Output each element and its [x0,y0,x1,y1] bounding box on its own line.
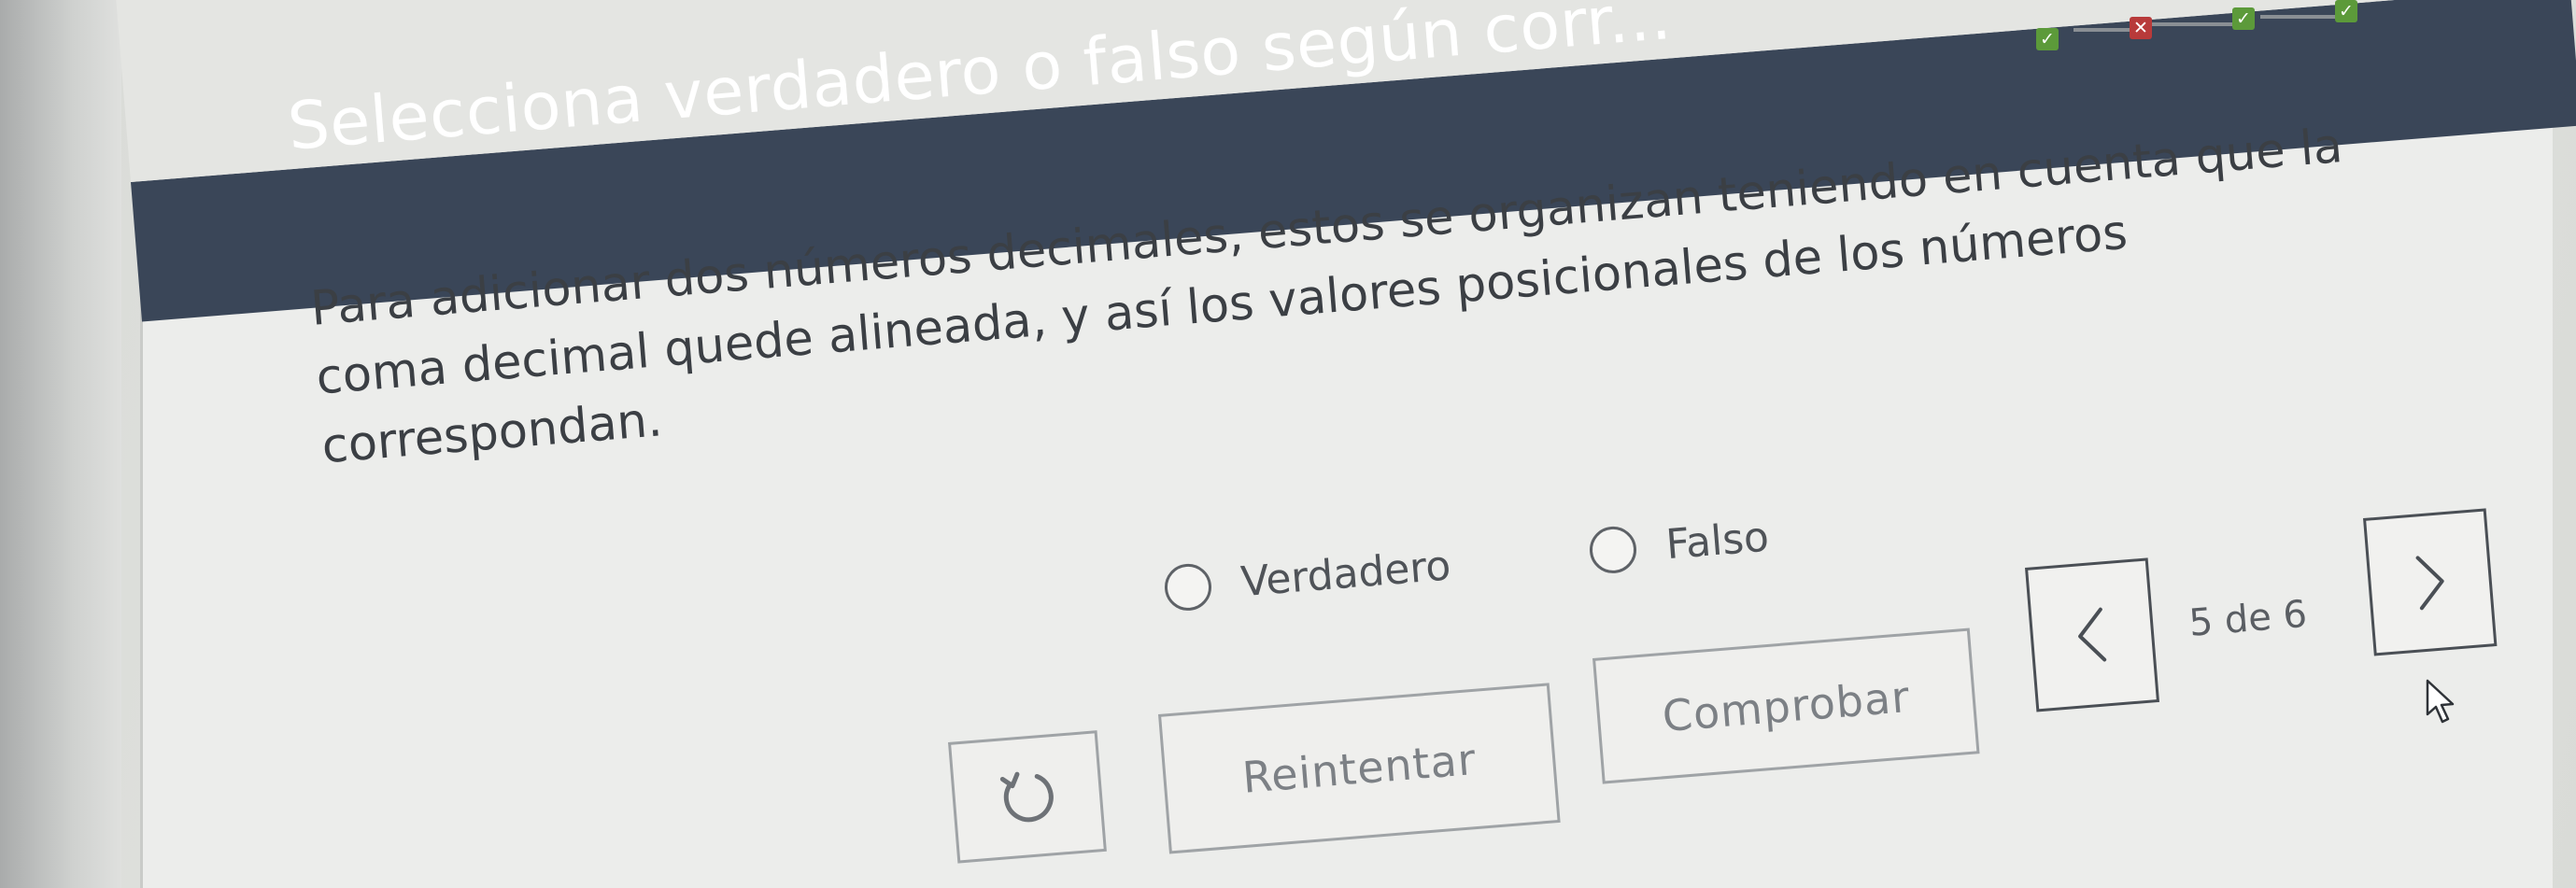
radio-false[interactable] [1588,524,1638,575]
progress-correct-icon[interactable]: ✓ [2232,7,2255,30]
retry-button-label: Reintentar [1240,733,1479,803]
mouse-pointer-icon [2426,679,2455,724]
progress-tracker: ✓ ✕ ✓ ✓ [2036,0,2391,65]
radio-true[interactable] [1163,561,1213,613]
progress-correct-icon[interactable]: ✓ [2335,0,2357,22]
monitor-bezel-shadow [0,0,121,888]
progress-connector [2260,15,2344,19]
progress-incorrect-icon[interactable]: ✕ [2130,17,2152,39]
progress-correct-icon[interactable]: ✓ [2036,28,2059,50]
reset-button[interactable] [948,730,1107,864]
screen: Selecciona verdadero o falso según corr.… [0,0,2576,888]
check-button-label: Comprobar [1660,670,1912,741]
option-false-label: Falso [1663,513,1771,570]
next-button[interactable] [2363,508,2498,656]
chevron-left-icon [2078,607,2107,661]
progress-connector [2148,22,2232,26]
undo-icon [999,771,1054,823]
chevron-right-icon [2415,556,2444,611]
previous-button[interactable] [2025,557,2160,712]
